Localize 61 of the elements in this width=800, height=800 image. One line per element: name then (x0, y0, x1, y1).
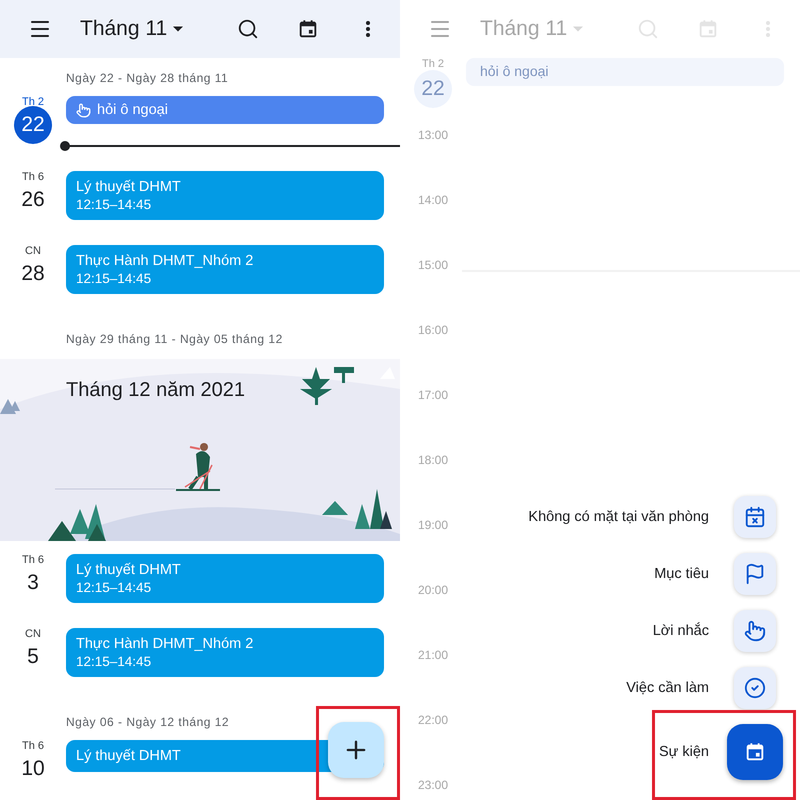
calendar-x-icon (744, 506, 766, 528)
caret-icon (573, 26, 584, 32)
hour-label: 16:00 (416, 323, 450, 339)
hand-icon (76, 102, 91, 118)
day-number[interactable]: 3 (14, 564, 52, 602)
calendar-icon (697, 18, 719, 40)
create-event-button[interactable] (727, 724, 783, 780)
day-number[interactable]: 28 (14, 255, 52, 293)
search-icon (237, 18, 259, 40)
hour-label: 14:00 (416, 193, 450, 209)
hour-label: 15:00 (416, 258, 450, 274)
weekday-label: Th 6 (22, 171, 44, 183)
hour-label: 13:00 (416, 128, 450, 144)
weekday-label: Th 2 (422, 58, 444, 70)
hour-label: 21:00 (416, 648, 450, 664)
week-range-label: Ngày 06 - Ngày 12 tháng 12 (66, 715, 230, 729)
event-card[interactable]: Thực Hành DHMT_Nhóm 2 12:15–14:45 (66, 628, 384, 677)
more-icon (366, 21, 370, 37)
create-option-button[interactable] (734, 496, 776, 538)
reminder-chip[interactable]: hỏi ô ngoại (466, 58, 784, 86)
create-option-button[interactable] (734, 667, 776, 709)
week-range-label: Ngày 29 tháng 11 - Ngày 05 tháng 12 (66, 332, 283, 346)
search-icon (637, 18, 659, 40)
menu-item-label: Sự kiện (658, 744, 709, 760)
hour-label: 23:00 (416, 778, 450, 794)
check-circle-icon (744, 677, 766, 699)
hour-label: 19:00 (416, 518, 450, 534)
hour-label: 17:00 (416, 388, 450, 404)
weekday-label: CN (25, 245, 41, 257)
calendar-icon (744, 741, 766, 763)
weekday-label: Th 2 (22, 96, 44, 108)
month-dropdown[interactable]: Tháng 11 (480, 17, 608, 41)
day-number[interactable]: 22 (414, 70, 452, 108)
menu-item-label: Việc cần làm (626, 680, 709, 696)
create-option-button[interactable] (734, 553, 776, 595)
week-range-label: Ngày 22 - Ngày 28 tháng 11 (66, 71, 228, 85)
hour-label: 22:00 (416, 713, 450, 729)
event-card[interactable]: Lý thuyết DHMT 12:15–14:45 (66, 554, 384, 603)
calendar-icon (297, 18, 319, 40)
reminder-chip[interactable]: hỏi ô ngoại (66, 96, 384, 124)
hand-icon (744, 620, 766, 642)
day-number[interactable]: 26 (14, 181, 52, 219)
weekday-label: Th 6 (22, 740, 44, 752)
menu-item-label: Lời nhắc (652, 623, 709, 639)
day-number[interactable]: 5 (14, 638, 52, 676)
day-number[interactable]: 22 (14, 106, 52, 144)
create-button[interactable] (328, 722, 384, 778)
caret-icon (173, 26, 184, 32)
weekday-label: Th 6 (22, 554, 44, 566)
event-card[interactable]: Lý thuyết DHMT 12:15–14:45 (66, 171, 384, 220)
month-title: Tháng 12 năm 2021 (66, 379, 246, 402)
create-option-button[interactable] (734, 610, 776, 652)
day-number[interactable]: 10 (14, 750, 52, 788)
menu-item-label: Không có mặt tại văn phòng (528, 509, 709, 525)
weekday-label: CN (25, 628, 41, 640)
hour-label: 18:00 (416, 453, 450, 469)
month-dropdown[interactable]: Tháng 11 (80, 17, 208, 41)
flag-icon (744, 563, 766, 585)
hour-label: 20:00 (416, 583, 450, 599)
event-card[interactable]: Thực Hành DHMT_Nhóm 2 12:15–14:45 (66, 245, 384, 294)
menu-item-label: Mục tiêu (654, 566, 709, 582)
